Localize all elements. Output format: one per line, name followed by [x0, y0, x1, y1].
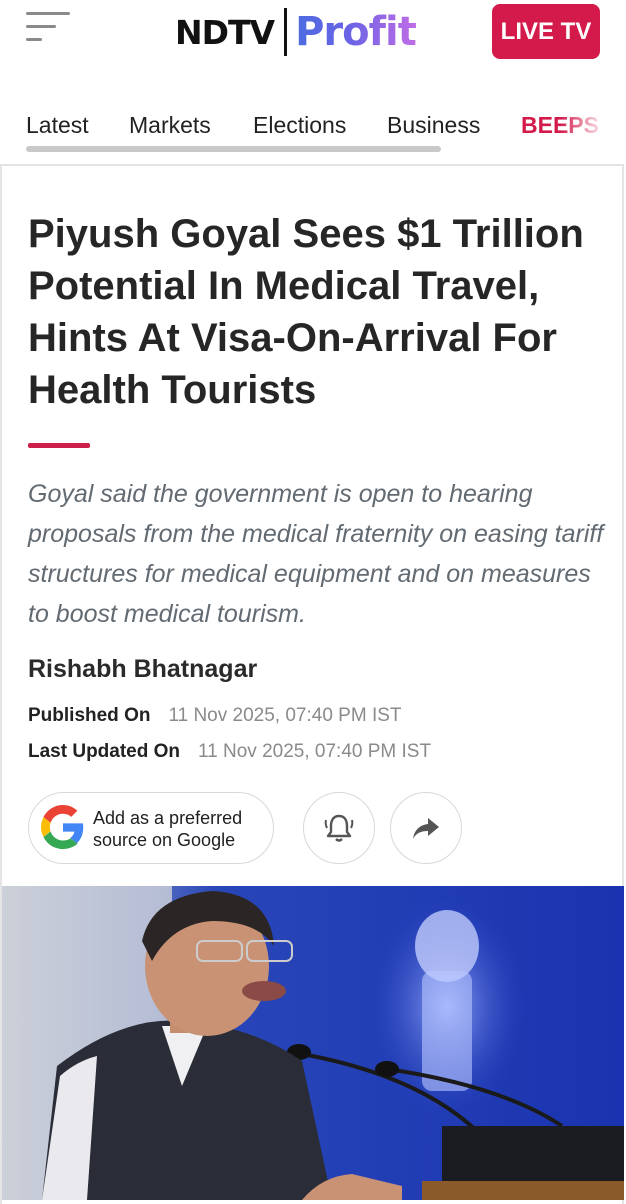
- author-name[interactable]: Rishabh Bhatnagar: [28, 655, 257, 684]
- site-header: NDTV Profit LIVE TV: [0, 0, 626, 78]
- updated-row: Last Updated On 11 Nov 2025, 07:40 PM IST: [28, 741, 431, 763]
- hamburger-menu-icon[interactable]: [26, 10, 72, 44]
- tab-elections[interactable]: Elections: [253, 112, 346, 139]
- updated-label: Last Updated On: [28, 741, 181, 762]
- article-summary: Goyal said the government is open to hea…: [28, 480, 604, 628]
- published-date: 11 Nov 2025, 07:40 PM IST: [168, 705, 402, 726]
- headline-accent-bar: [28, 443, 90, 448]
- article-headline: Piyush Goyal Sees $1 Trillion Potential …: [28, 212, 584, 412]
- tab-markets[interactable]: Markets: [129, 112, 211, 139]
- tab-latest[interactable]: Latest: [26, 112, 89, 139]
- live-tv-button[interactable]: LIVE TV: [492, 4, 600, 59]
- logo-divider: [284, 8, 288, 56]
- site-logo[interactable]: NDTV Profit: [175, 6, 417, 58]
- google-g-icon: [41, 805, 84, 849]
- updated-date: 11 Nov 2025, 07:40 PM IST: [198, 741, 432, 762]
- preferred-source-text: Add as a preferred source on Google: [93, 807, 242, 851]
- google-preferred-source-button[interactable]: Add as a preferred source on Google: [28, 792, 274, 864]
- preferred-line-1: Add as a preferred: [93, 808, 243, 828]
- nav-scroll-indicator[interactable]: [26, 146, 441, 152]
- logo-ndtv: NDTV: [175, 12, 275, 52]
- notification-button[interactable]: [303, 792, 375, 864]
- nav-fade: [560, 106, 626, 146]
- share-icon: [413, 818, 439, 839]
- article-hero-image[interactable]: [2, 886, 624, 1200]
- share-button[interactable]: [390, 792, 462, 864]
- bell-icon: [324, 814, 354, 842]
- logo-profit: Profit: [295, 9, 417, 55]
- preferred-line-2: source on Google: [93, 830, 236, 850]
- article-photo-illustration: [2, 886, 624, 1200]
- published-label: Published On: [28, 705, 151, 726]
- tab-business[interactable]: Business: [387, 112, 480, 139]
- published-row: Published On 11 Nov 2025, 07:40 PM IST: [28, 705, 402, 727]
